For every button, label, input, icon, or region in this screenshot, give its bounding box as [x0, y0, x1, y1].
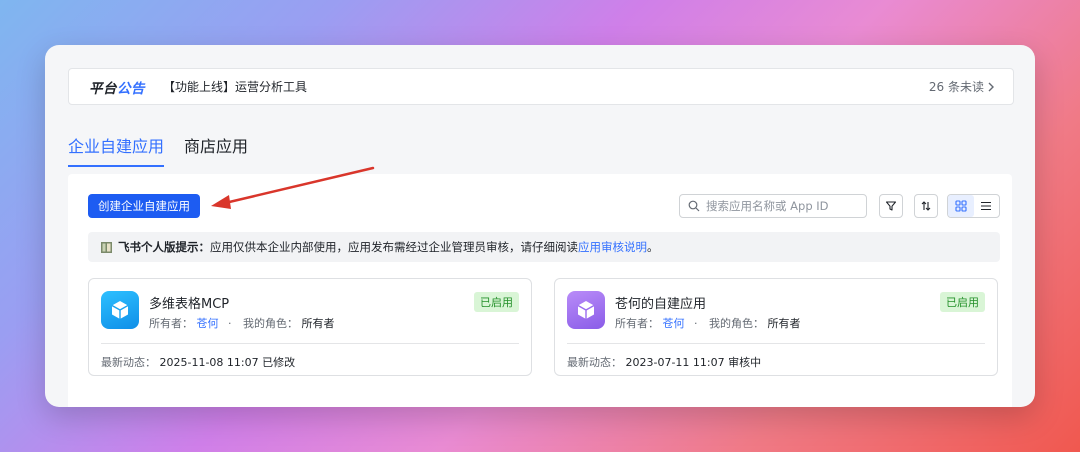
app-activity: 最新动态： 2025-11-08 11:07 已修改 — [101, 354, 295, 370]
app-name[interactable]: 多维表格MCP — [149, 293, 229, 312]
status-badge: 已启用 — [940, 292, 985, 312]
tab-enterprise-apps[interactable]: 企业自建应用 — [68, 133, 165, 167]
app-meta: 所有者： 苍何 · 我的角色： 所有者 — [149, 315, 335, 331]
sort-button[interactable] — [914, 194, 938, 218]
unread-count-text: 26 条未读 — [928, 80, 984, 94]
app-icon — [567, 291, 605, 329]
status-badge: 已启用 — [474, 292, 519, 312]
owner-name[interactable]: 苍何 — [663, 317, 685, 330]
app-card[interactable]: 多维表格MCP 所有者： 苍何 · 我的角色： 所有者 已启用 最新动态： 20… — [88, 278, 532, 376]
unread-count-link[interactable]: 26 条未读 — [929, 78, 995, 95]
app-console-window: 平台公告 【功能上线】运营分析工具 26 条未读 企业自建应用 商店应用 创建企… — [45, 45, 1035, 407]
role-value: 所有者 — [301, 317, 335, 330]
list-icon — [981, 201, 992, 211]
grid-icon — [955, 200, 967, 212]
personal-edition-notice: 飞书个人版提示： 应用仅供本企业内部使用，应用发布需经过企业管理员审核，请仔细阅… — [88, 232, 1000, 262]
notice-text: 应用仅供本企业内部使用，应用发布需经过企业管理员审核，请仔细阅读 — [210, 240, 578, 254]
tab-store-apps[interactable]: 商店应用 — [184, 133, 248, 167]
logo-text-2: 公告 — [117, 80, 145, 97]
logo-text-1: 平台 — [89, 80, 117, 97]
activity-label: 最新动态： — [101, 356, 156, 369]
cube-icon — [577, 301, 595, 319]
announcement-message[interactable]: 【功能上线】运营分析工具 — [163, 78, 307, 95]
app-activity: 最新动态： 2023-07-11 11:07 审核中 — [567, 354, 761, 370]
role-value: 所有者 — [767, 317, 801, 330]
book-icon — [101, 241, 112, 253]
search-icon — [688, 200, 700, 212]
card-divider — [101, 343, 519, 344]
create-app-button[interactable]: 创建企业自建应用 — [88, 194, 200, 218]
sort-icon — [921, 201, 931, 211]
owner-name[interactable]: 苍何 — [197, 317, 219, 330]
owner-label: 所有者： — [615, 317, 659, 330]
announcement-logo: 平台公告 — [89, 77, 145, 97]
activity-value: 2025-11-08 11:07 已修改 — [159, 356, 296, 369]
app-name[interactable]: 苍何的自建应用 — [615, 293, 706, 312]
apps-panel: 创建企业自建应用 搜索应用名称或 App ID 飞书个人版提示： 应用仅供本企业… — [68, 174, 1012, 407]
filter-button[interactable] — [879, 194, 903, 218]
meta-separator: · — [228, 317, 232, 330]
app-meta: 所有者： 苍何 · 我的角色： 所有者 — [615, 315, 801, 331]
review-guide-link[interactable]: 应用审核说明 — [578, 239, 647, 255]
list-view-button[interactable] — [974, 195, 1000, 217]
view-toggle — [947, 194, 1000, 218]
meta-separator: · — [694, 317, 698, 330]
owner-label: 所有者： — [149, 317, 193, 330]
notice-title: 飞书个人版提示： — [118, 240, 210, 254]
search-placeholder: 搜索应用名称或 App ID — [706, 199, 829, 213]
grid-view-button[interactable] — [948, 195, 974, 217]
notice-end: 。 — [647, 240, 659, 254]
card-divider — [567, 343, 985, 344]
role-label: 我的角色： — [709, 317, 764, 330]
activity-label: 最新动态： — [567, 356, 622, 369]
role-label: 我的角色： — [243, 317, 298, 330]
chevron-right-icon — [988, 82, 994, 91]
activity-value: 2023-07-11 11:07 审核中 — [625, 356, 762, 369]
app-icon — [101, 291, 139, 329]
app-type-tabs: 企业自建应用 商店应用 — [68, 133, 248, 167]
cube-icon — [111, 301, 129, 319]
announcement-bar[interactable]: 平台公告 【功能上线】运营分析工具 26 条未读 — [68, 68, 1014, 105]
search-input[interactable]: 搜索应用名称或 App ID — [679, 194, 867, 218]
app-card[interactable]: 苍何的自建应用 所有者： 苍何 · 我的角色： 所有者 已启用 最新动态： 20… — [554, 278, 998, 376]
filter-icon — [885, 201, 897, 211]
